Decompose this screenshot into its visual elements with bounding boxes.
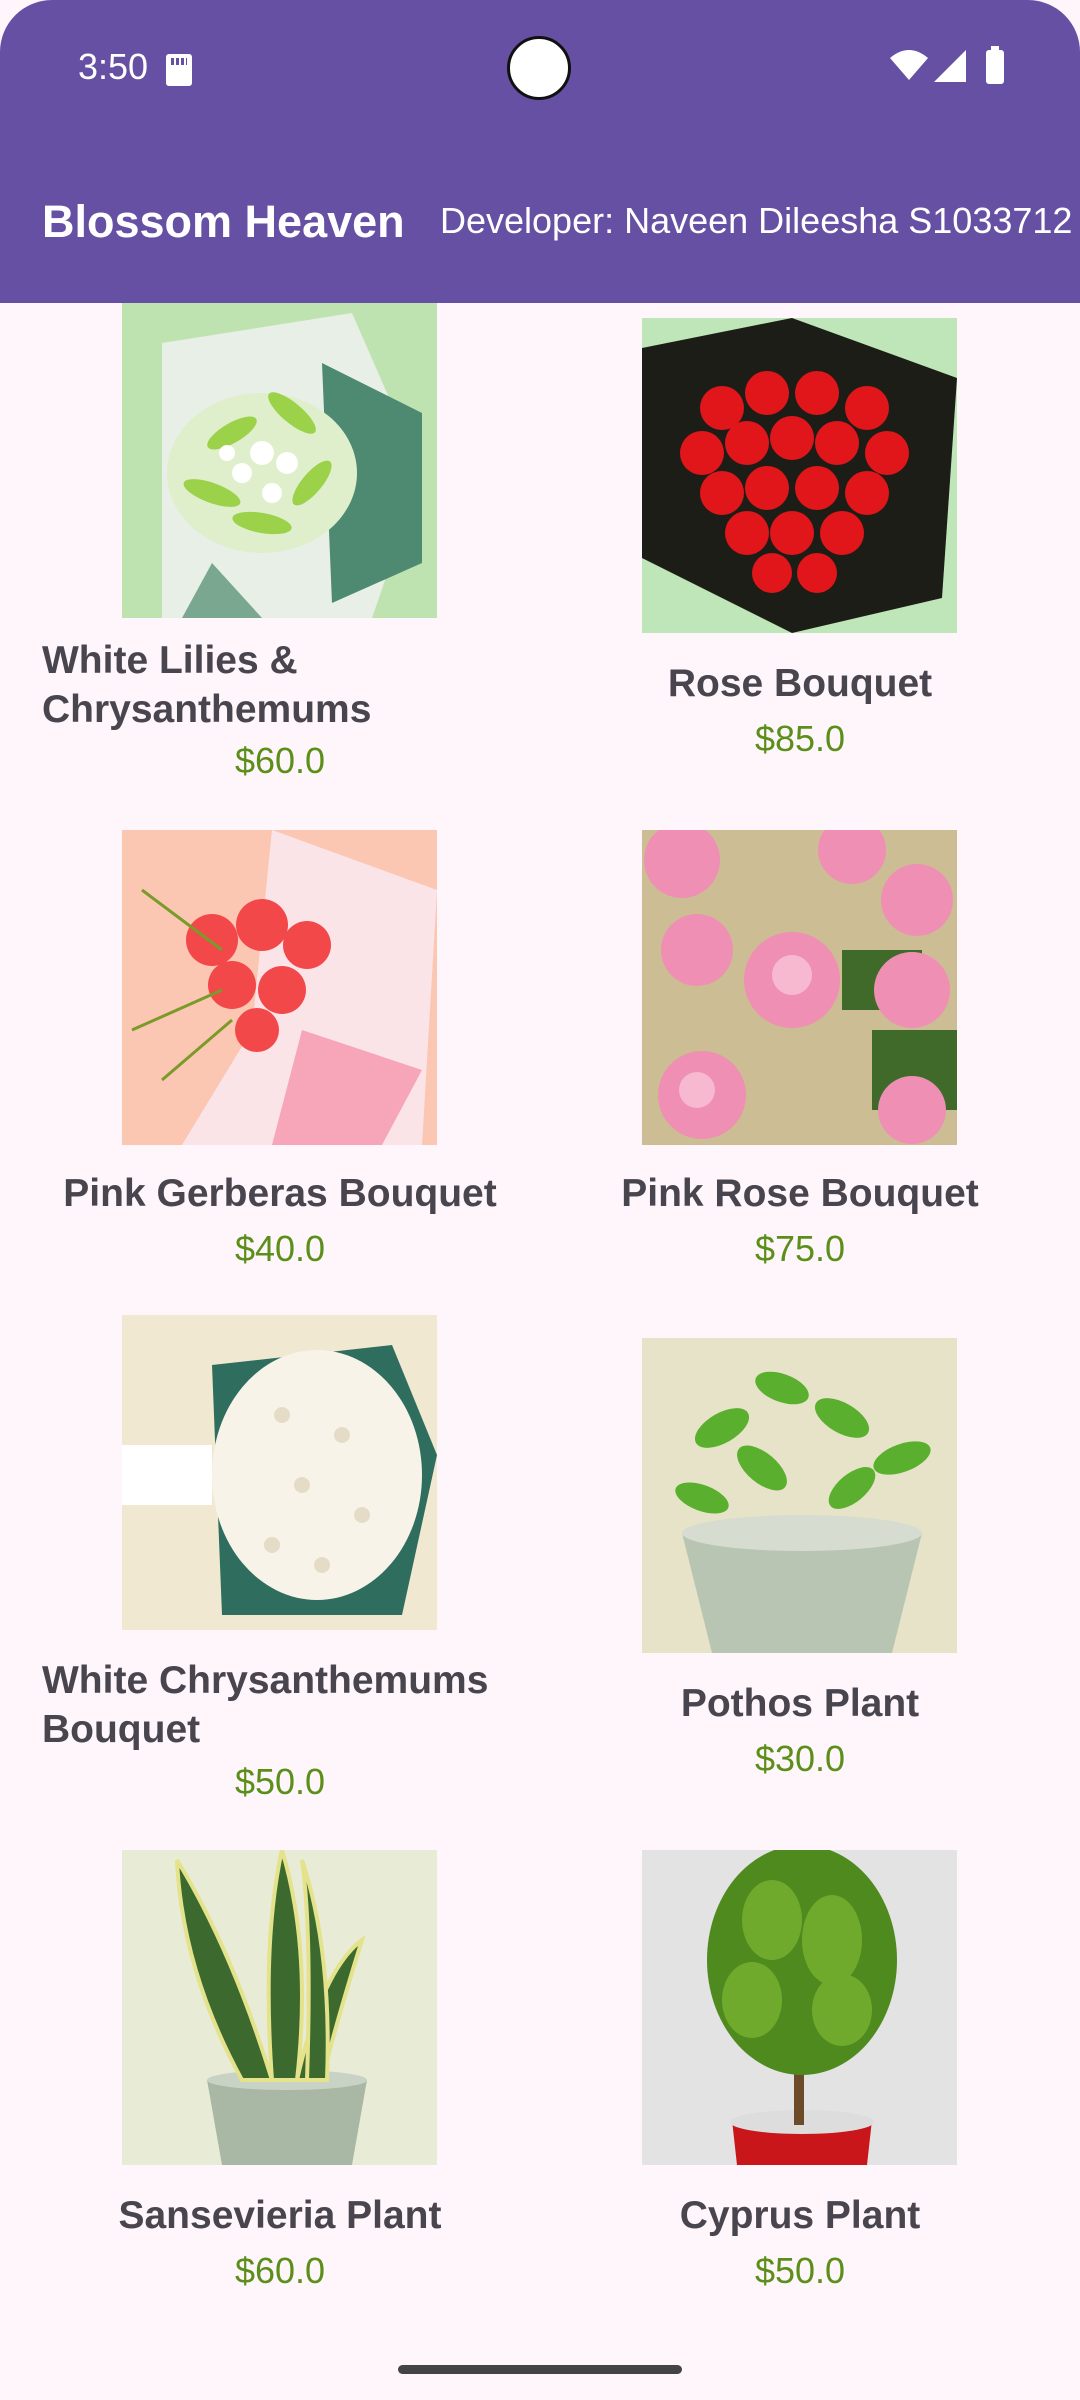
product-name: Rose Bouquet xyxy=(667,662,933,705)
camera-cutout xyxy=(507,36,571,100)
developer-label: Developer: Naveen Dileesha S1033712 xyxy=(440,200,1073,241)
product-price: $50.0 xyxy=(754,2250,846,2291)
signal-icon xyxy=(934,50,966,82)
product-name: Sansevieria Plant xyxy=(118,2194,442,2237)
product-price: $85.0 xyxy=(754,718,846,759)
product-name: Pink Gerberas Bouquet xyxy=(63,1172,497,1215)
product-name: White Lilies & Chrysanthemums xyxy=(42,639,372,731)
product-name: Pothos Plant xyxy=(680,1682,920,1725)
product-name: Cyprus Plant xyxy=(679,2194,921,2237)
product-price: $30.0 xyxy=(754,1738,846,1779)
product-price: $50.0 xyxy=(234,1761,326,1802)
product-price: $60.0 xyxy=(234,740,326,781)
pink-gerberas-image xyxy=(122,830,437,1145)
product-price: $40.0 xyxy=(234,1228,326,1269)
white-lilies-bouquet-image xyxy=(122,303,437,618)
rose-bouquet-image xyxy=(642,318,957,633)
sansevieria-plant-image xyxy=(122,1850,437,2165)
product-price: $75.0 xyxy=(754,1228,846,1269)
white-chrysanthemums-image xyxy=(122,1315,437,1630)
cyprus-plant-image xyxy=(642,1850,957,2165)
status-time: 3:50 xyxy=(78,46,149,87)
product-price: $60.0 xyxy=(234,2250,326,2291)
pothos-plant-image xyxy=(642,1338,957,1653)
app-title: Blossom Heaven xyxy=(42,196,405,247)
app-bar: 3:50 Blossom Heaven Developer: Naveen Di… xyxy=(0,0,1080,303)
battery-icon xyxy=(986,46,1004,84)
product-name: Pink Rose Bouquet xyxy=(621,1172,979,1215)
wifi-icon xyxy=(890,50,928,80)
home-indicator[interactable] xyxy=(398,2365,682,2374)
pink-rose-image xyxy=(642,830,957,1145)
sd-card-icon xyxy=(166,54,192,86)
product-name: White Chrysanthemums Bouquet xyxy=(42,1659,489,1751)
